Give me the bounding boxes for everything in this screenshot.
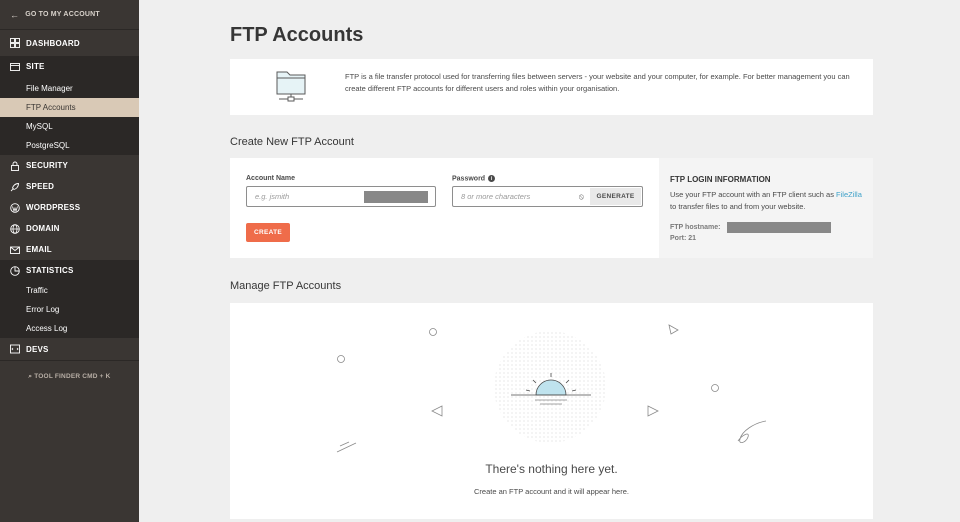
intro-text: FTP is a file transfer protocol used for… — [345, 72, 850, 93]
nav-dashboard[interactable]: DASHBOARD — [0, 30, 139, 56]
ftp-login-info-panel: FTP LOGIN INFORMATION Use your FTP accou… — [659, 158, 873, 258]
nav-devs[interactable]: DEVS — [0, 338, 139, 360]
rocket-icon — [10, 182, 20, 192]
site-icon — [10, 62, 20, 72]
eye-slash-icon[interactable]: ⦸ — [579, 192, 584, 202]
nav-wordpress[interactable]: WORDPRESS — [0, 197, 139, 218]
ftp-port: Port: 21 — [670, 235, 697, 242]
sidebar-item-error-log[interactable]: Error Log — [0, 300, 139, 319]
filezilla-link[interactable]: FileZilla — [836, 190, 862, 199]
nav-wordpress-label: WORDPRESS — [26, 203, 81, 212]
account-name-placeholder: e.g. jsmith — [255, 192, 290, 201]
nav-speed[interactable]: SPEED — [0, 176, 139, 197]
site-submenu: File Manager FTP Accounts MySQL PostgreS… — [0, 77, 139, 155]
wordpress-icon — [10, 202, 20, 213]
go-to-my-account-link[interactable]: ← GO TO MY ACCOUNT — [0, 0, 139, 29]
folder-network-icon — [276, 71, 306, 102]
pie-chart-icon — [10, 265, 20, 276]
tool-finder-label: TOOL FINDER CMD + K — [34, 373, 111, 380]
empty-state-subtitle: Create an FTP account and it will appear… — [474, 487, 629, 496]
generate-button[interactable]: GENERATE — [590, 188, 641, 205]
sidebar-item-ftp-accounts[interactable]: FTP Accounts — [0, 98, 139, 117]
login-info-text-after: to transfer files to and from your websi… — [670, 202, 806, 211]
account-name-input[interactable]: e.g. jsmith — [246, 186, 436, 207]
nav-site-label: SITE — [26, 62, 45, 71]
lock-icon — [10, 161, 20, 171]
password-placeholder: 8 or more characters — [461, 192, 531, 201]
create-section-title: Create New FTP Account — [230, 136, 354, 148]
sidebar-item-postgresql[interactable]: PostgreSQL — [0, 136, 139, 155]
password-label-text: Password — [452, 175, 486, 183]
code-icon — [10, 344, 20, 354]
login-info-text-before: Use your FTP account with an FTP client … — [670, 190, 837, 199]
nav-statistics-label: STATISTICS — [26, 266, 74, 275]
go-to-my-account-label: GO TO MY ACCOUNT — [25, 11, 100, 18]
sidebar: ← GO TO MY ACCOUNT DASHBOARD SITE File M… — [0, 0, 139, 522]
main-content: FTP Accounts FTP is a file transfer prot… — [139, 0, 960, 522]
password-label: Password i — [452, 175, 496, 183]
ftp-hostname: FTP hostname: — [670, 224, 720, 231]
account-name-label: Account Name — [246, 175, 296, 182]
envelope-icon — [10, 245, 20, 255]
globe-icon — [10, 223, 20, 234]
manage-section-title: Manage FTP Accounts — [230, 280, 342, 292]
manage-ftp-card: There's nothing here yet. Create an FTP … — [230, 303, 873, 519]
nav-dashboard-label: DASHBOARD — [26, 38, 80, 48]
nav-domain[interactable]: DOMAIN — [0, 218, 139, 239]
login-info-text: Use your FTP account with an FTP client … — [670, 189, 865, 213]
arrow-left-icon: ← — [10, 9, 20, 20]
statistics-submenu: Traffic Error Log Access Log — [0, 281, 139, 338]
sidebar-item-file-manager[interactable]: File Manager — [0, 79, 139, 98]
redacted-domain — [364, 191, 428, 203]
sidebar-item-traffic[interactable]: Traffic — [0, 281, 139, 300]
password-input[interactable]: 8 or more characters ⦸ GENERATE — [452, 186, 643, 207]
info-icon[interactable]: i — [488, 175, 496, 182]
dashboard-icon — [10, 38, 20, 48]
nav-domain-label: DOMAIN — [26, 224, 60, 233]
divider — [0, 360, 139, 361]
nav-security[interactable]: SECURITY — [0, 155, 139, 176]
nav-devs-label: DEVS — [26, 344, 49, 354]
create-ftp-card: Account Name e.g. jsmith Password i 8 or … — [230, 158, 873, 258]
create-button[interactable]: CREATE — [246, 223, 290, 242]
nav-email-label: EMAIL — [26, 245, 52, 254]
redacted-hostname — [727, 222, 831, 233]
nav-site[interactable]: SITE — [0, 56, 139, 77]
nav-security-label: SECURITY — [26, 161, 69, 170]
intro-card: FTP is a file transfer protocol used for… — [230, 59, 873, 115]
ftp-hostname-label: FTP hostname: — [670, 224, 721, 231]
nav-speed-label: SPEED — [26, 182, 55, 191]
nav-statistics[interactable]: STATISTICS — [0, 260, 139, 281]
empty-state-title: There's nothing here yet. — [485, 462, 618, 476]
nav-email[interactable]: EMAIL — [0, 239, 139, 260]
tool-finder-button[interactable]: ⌕ TOOL FINDER CMD + K — [0, 373, 139, 381]
sidebar-item-access-log[interactable]: Access Log — [0, 319, 139, 338]
login-info-title: FTP LOGIN INFORMATION — [670, 175, 771, 184]
sidebar-item-mysql[interactable]: MySQL — [0, 117, 139, 136]
page-title: FTP Accounts — [230, 24, 364, 46]
